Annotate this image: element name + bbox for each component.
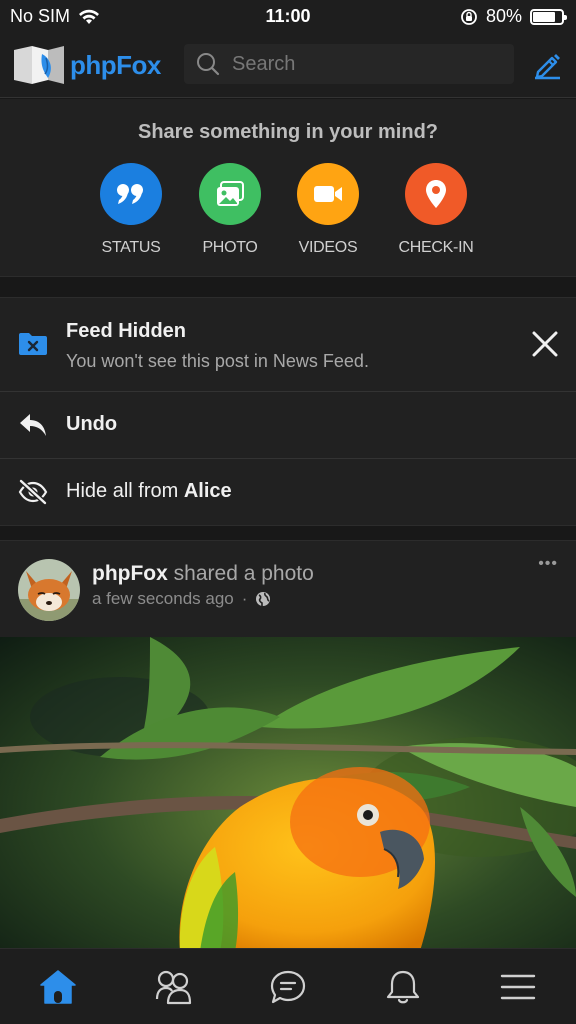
avatar[interactable]	[18, 559, 80, 621]
close-icon[interactable]	[532, 331, 558, 357]
checkin-button[interactable]: CHECK-IN	[381, 163, 491, 257]
parrot-photo-image	[0, 637, 576, 951]
post-meta: a few seconds ago ·	[92, 589, 271, 609]
videos-circle	[297, 163, 359, 225]
post-author[interactable]: phpFox	[92, 562, 168, 585]
status-bar: No SIM 11:00 80%	[0, 0, 576, 34]
logo-text: phpFox	[70, 49, 161, 80]
location-pin-icon	[426, 180, 446, 208]
search-bar[interactable]	[184, 44, 514, 84]
photo-circle	[199, 163, 261, 225]
bottom-navigation	[0, 948, 576, 1024]
post-header: phpFox shared a photo	[92, 562, 314, 586]
phpfox-logo-icon	[14, 46, 64, 84]
photo-icon	[217, 181, 244, 206]
hide-all-button[interactable]: Hide all from Alice	[0, 459, 576, 526]
battery-percent: 80%	[485, 6, 522, 26]
more-options-button[interactable]: •••	[538, 555, 558, 573]
undo-icon	[20, 414, 46, 436]
feed-hidden-card: Feed Hidden You won't see this post in N…	[0, 297, 576, 526]
search-icon	[197, 53, 220, 76]
logo[interactable]: phpFox	[12, 44, 161, 86]
nav-chat[interactable]	[258, 967, 318, 1007]
videos-label: VIDEOS	[298, 239, 358, 256]
menu-icon	[500, 974, 536, 1000]
feed-post: phpFox shared a photo a few seconds ago …	[0, 540, 576, 951]
share-panel: Share something in your mind? STATUS PHO…	[0, 99, 576, 277]
hide-all-label: Hide all from Alice	[66, 480, 232, 503]
folder-hidden-icon	[19, 333, 47, 355]
battery-icon	[530, 8, 567, 25]
status-circle	[100, 163, 162, 225]
home-icon	[40, 970, 76, 1004]
post-time[interactable]: a few seconds ago	[92, 589, 234, 609]
eye-off-icon	[18, 479, 48, 505]
nav-friends[interactable]	[143, 967, 203, 1007]
undo-button[interactable]: Undo	[0, 392, 576, 459]
status-button[interactable]: STATUS	[76, 163, 186, 257]
checkin-circle	[405, 163, 467, 225]
compose-icon	[535, 54, 560, 80]
rotation-lock-icon	[461, 8, 477, 25]
photo-label: PHOTO	[202, 239, 258, 256]
app-header: phpFox	[0, 34, 576, 98]
nav-home[interactable]	[28, 967, 88, 1007]
post-action: shared a photo	[167, 562, 314, 585]
friends-icon	[155, 970, 192, 1005]
bell-icon	[386, 970, 420, 1004]
photo-button[interactable]: PHOTO	[175, 163, 285, 257]
nav-notifications[interactable]	[373, 967, 433, 1007]
feed-hidden-subtitle: You won't see this post in News Feed.	[66, 351, 369, 371]
nav-menu[interactable]	[488, 967, 548, 1007]
compose-button[interactable]	[532, 50, 562, 85]
quote-icon	[117, 184, 143, 204]
post-photo[interactable]	[0, 637, 576, 951]
video-icon	[314, 186, 342, 202]
feed-hidden-title: Feed Hidden	[66, 320, 187, 342]
search-input[interactable]	[232, 52, 502, 76]
feed-hidden-notice: Feed Hidden You won't see this post in N…	[0, 298, 576, 392]
fox-avatar-image	[18, 559, 80, 621]
hide-all-prefix: Hide all from	[66, 480, 184, 502]
checkin-label: CHECK-IN	[398, 239, 474, 256]
globe-icon	[256, 592, 271, 606]
hide-all-name: Alice	[183, 480, 232, 502]
meta-separator: ·	[241, 589, 248, 608]
status-label: STATUS	[101, 239, 161, 256]
chat-icon	[270, 970, 306, 1004]
share-title: Share something in your mind?	[137, 121, 439, 143]
battery-fill	[533, 11, 556, 22]
undo-label: Undo	[66, 413, 118, 435]
videos-button[interactable]: VIDEOS	[273, 163, 383, 257]
